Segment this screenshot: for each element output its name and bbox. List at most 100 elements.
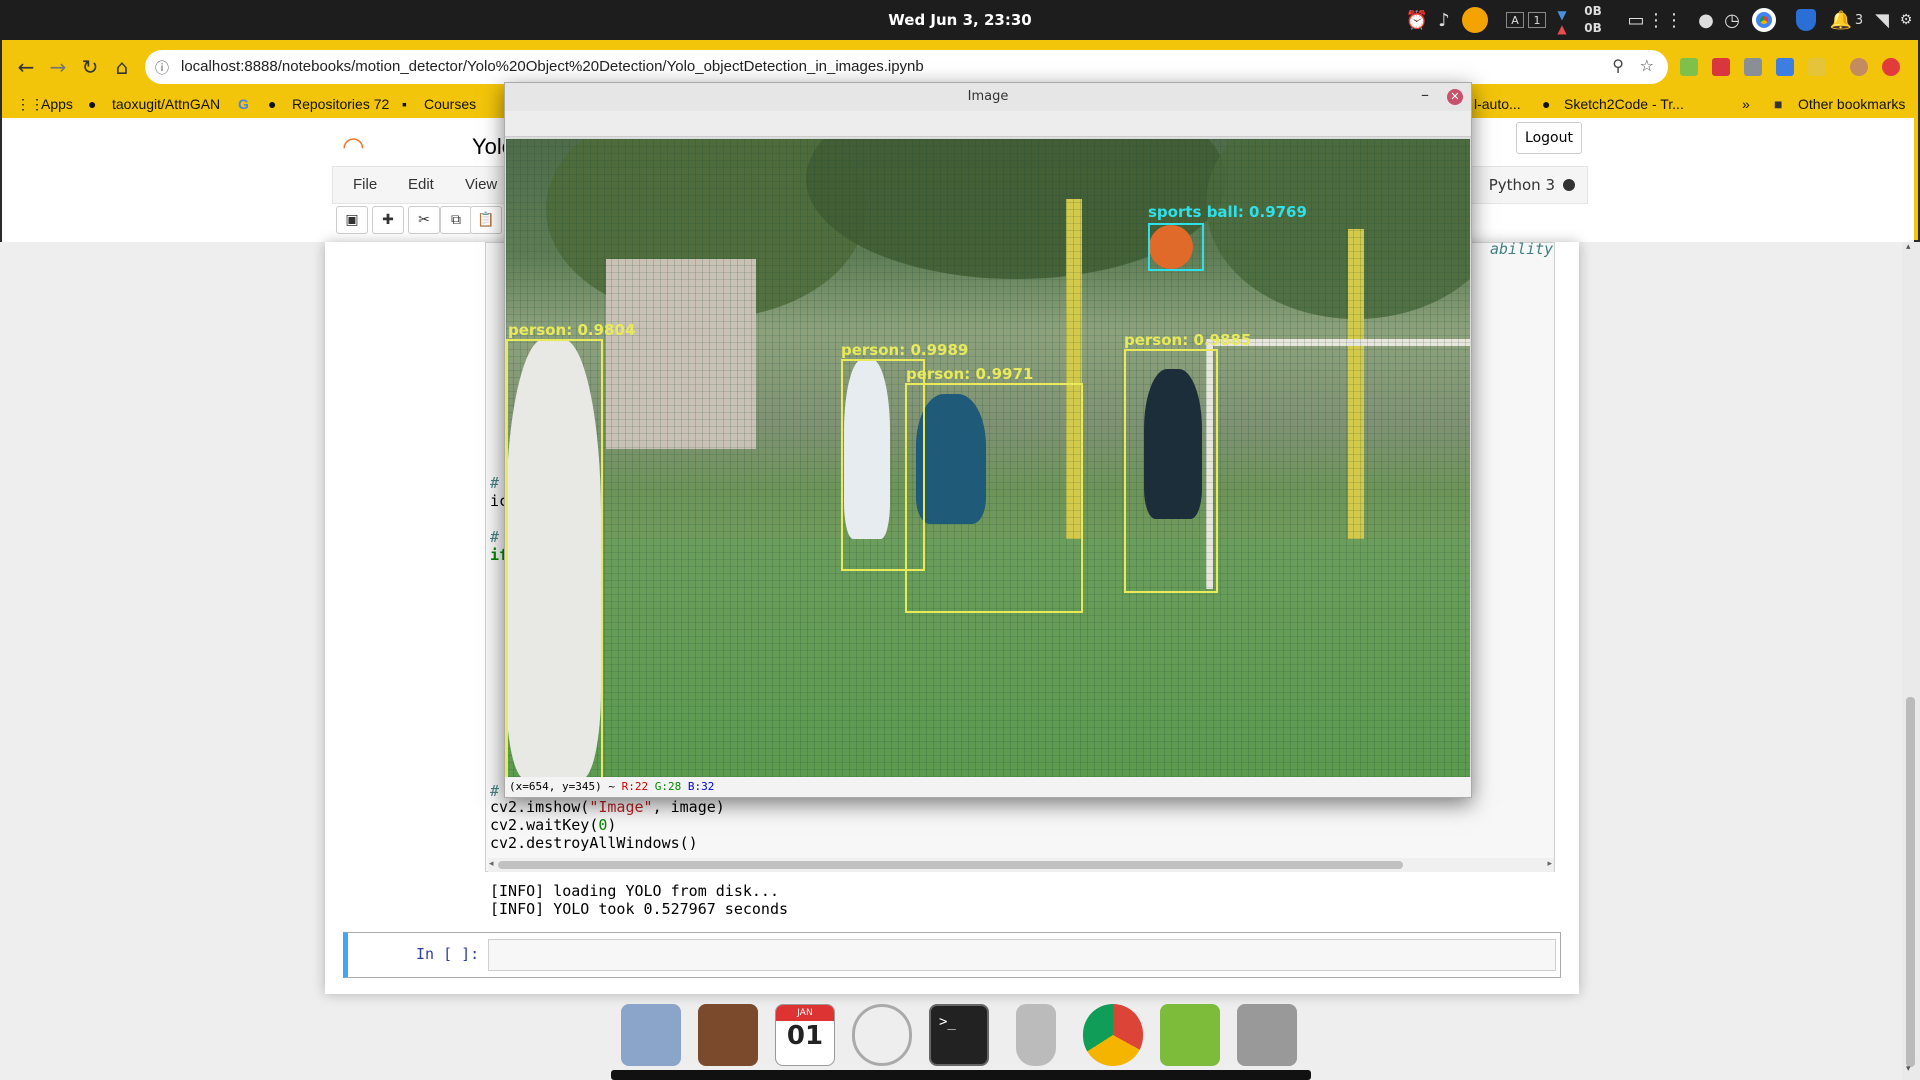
forward-icon[interactable]: → <box>44 54 72 80</box>
files-icon[interactable] <box>1160 1004 1220 1066</box>
speaker-app-icon[interactable] <box>698 1004 758 1066</box>
close-icon[interactable]: ✕ <box>1447 89 1463 105</box>
grid-icon[interactable]: ⋮⋮ <box>1647 7 1683 33</box>
detection-label-4: person: 0.9885 <box>1124 331 1252 349</box>
bookmark-repositories[interactable]: Repositories 72 <box>292 96 389 112</box>
profile-avatar-icon[interactable] <box>1850 58 1868 76</box>
code-horizontal-scrollbar[interactable]: ◂ ▸ <box>488 858 1554 872</box>
address-bar[interactable]: ⓘ localhost:8888/notebooks/motion_detect… <box>145 50 1668 84</box>
mail-app-icon[interactable] <box>621 1004 681 1066</box>
cell-input[interactable] <box>488 939 1556 971</box>
menu-edit[interactable]: Edit <box>408 176 434 193</box>
home-icon[interactable]: ⌂ <box>108 54 136 80</box>
image-extension-icon[interactable] <box>1744 58 1762 76</box>
sketch-icon: ● <box>1542 96 1551 112</box>
code-waitkey-call: cv2.waitKey( <box>490 816 599 834</box>
page-vertical-scrollbar[interactable]: ▴ ▾ <box>1902 242 1920 1080</box>
detection-label-3: person: 0.9971 <box>906 365 1034 383</box>
terminal-icon[interactable]: >_ <box>929 1004 989 1066</box>
save-icon[interactable]: ▣ <box>336 206 368 234</box>
scroll-right-icon[interactable]: ▸ <box>1547 859 1552 869</box>
reload-icon[interactable]: ↻ <box>76 54 104 80</box>
code-line-imshow: cv2.imshow("Image", image) <box>490 798 725 816</box>
url-text: localhost:8888/notebooks/motion_detector… <box>181 58 924 75</box>
chrome-icon[interactable] <box>1083 1004 1143 1066</box>
insert-cell-icon[interactable]: ✚ <box>372 206 404 234</box>
bookmark-sketch2code[interactable]: Sketch2Code - Tr... <box>1564 96 1684 112</box>
bookmark-apps[interactable]: Apps <box>41 96 73 112</box>
shield-icon[interactable] <box>1792 7 1820 33</box>
pixel-green: G:28 <box>654 780 682 793</box>
code-line-destroy: cv2.destroyAllWindows() <box>490 834 698 852</box>
info-icon[interactable]: ⓘ <box>155 58 169 78</box>
power-icon[interactable]: ⚙ <box>1896 7 1916 33</box>
code-waitkey-close: ) <box>607 816 617 834</box>
system-top-bar: Wed Jun 3, 23:30 ⏰ ♪ A 1 ▼ ▲ 0B 0B ▭ ⋮⋮ … <box>0 0 1920 40</box>
star-icon[interactable]: ☆ <box>1640 56 1654 75</box>
logout-button[interactable]: Logout <box>1516 122 1582 154</box>
bookmark-attngan[interactable]: taoxugit/AttnGAN <box>112 96 220 112</box>
detection-image[interactable]: person: 0.9804 person: 0.9989 person: 0.… <box>506 139 1470 777</box>
bookmark-courses[interactable]: Courses <box>424 96 476 112</box>
trash-icon[interactable] <box>1016 1004 1056 1066</box>
pixel-red: R:22 <box>621 780 649 793</box>
window-title-bar[interactable]: Image <box>505 83 1471 111</box>
output-line-1: [INFO] loading YOLO from disk... <box>490 882 779 900</box>
wifi-icon[interactable]: ◥ <box>1870 7 1894 33</box>
menu-view[interactable]: View <box>465 176 497 193</box>
scroll-down-icon[interactable]: ▾ <box>1906 1064 1911 1074</box>
music-icon[interactable]: ♪ <box>1432 7 1456 33</box>
note-extension-icon[interactable] <box>1808 58 1826 76</box>
user-icon[interactable]: ● <box>1694 7 1718 33</box>
window-toolbar <box>505 111 1471 137</box>
scroll-left-icon[interactable]: ◂ <box>489 859 494 869</box>
minimize-icon[interactable]: – <box>1421 85 1429 104</box>
google-icon[interactable]: G <box>238 96 249 112</box>
calendar-month: JAN <box>776 1005 834 1021</box>
workspace-icon[interactable]: 1 <box>1528 12 1546 28</box>
pixel-blue: B:32 <box>687 780 715 793</box>
calendar-icon[interactable]: JAN 01 <box>775 1004 835 1066</box>
notification-icon[interactable]: 🔔 <box>1830 7 1852 33</box>
copy-icon[interactable]: ⧉ <box>440 206 472 234</box>
scroll-up-icon[interactable]: ▴ <box>1906 242 1911 252</box>
bookmark-auto[interactable]: l-auto... <box>1474 96 1521 112</box>
settings-icon[interactable] <box>1237 1004 1297 1066</box>
detection-label-ball: sports ball: 0.9769 <box>1148 203 1307 221</box>
upload-arrow-icon: ▲ <box>1557 22 1567 36</box>
detection-box-3 <box>905 383 1083 613</box>
update-menu-icon[interactable] <box>1882 58 1900 76</box>
extension-icon[interactable] <box>1680 58 1698 76</box>
alarm-icon[interactable]: ⏰ <box>1405 7 1429 33</box>
code-line-waitkey: cv2.waitKey(0) <box>490 816 616 834</box>
pdf-extension-icon[interactable] <box>1712 58 1730 76</box>
emoji-app-icon[interactable] <box>1460 7 1490 33</box>
cut-icon[interactable]: ✂ <box>408 206 440 234</box>
zoom-icon[interactable]: ⚲ <box>1612 56 1624 75</box>
image-window[interactable]: Image – ✕ person: 0.9804 person: 0.9989 … <box>504 82 1472 798</box>
clock-icon[interactable] <box>852 1004 912 1066</box>
bookmarks-overflow-icon[interactable]: » <box>1742 96 1750 112</box>
scrollbar-thumb[interactable] <box>498 861 1403 869</box>
apps-grid-icon: ⋮⋮ <box>16 96 44 112</box>
code-imshow-call: cv2.imshow( <box>490 798 590 816</box>
vertical-scrollbar-thumb[interactable] <box>1906 697 1915 1067</box>
chrome-tray-icon[interactable] <box>1749 7 1779 33</box>
paste-icon[interactable]: 📋 <box>470 206 502 234</box>
window-status-bar: (x=654, y=345) ~ R:22 G:28 B:32 <box>505 777 1471 797</box>
code-fragment-1: # <box>490 474 500 492</box>
kernel-status-icon <box>1563 179 1575 191</box>
keyboard-layout-icon[interactable]: A <box>1506 12 1524 28</box>
bookmark-other[interactable]: Other bookmarks <box>1798 96 1905 112</box>
detection-box-4 <box>1124 349 1218 593</box>
screen-icon[interactable]: ▭ <box>1624 7 1648 33</box>
menu-file[interactable]: File <box>353 176 377 193</box>
back-icon[interactable]: ← <box>12 54 40 80</box>
kernel-indicator[interactable]: Python 3 <box>1489 176 1575 194</box>
timer-icon[interactable]: ◷ <box>1720 7 1744 33</box>
rocket-extension-icon[interactable] <box>1776 58 1794 76</box>
empty-code-cell[interactable]: In [ ]: <box>343 932 1561 978</box>
output-line-2: [INFO] YOLO took 0.527967 seconds <box>490 900 789 918</box>
notification-count: 3 <box>1854 12 1864 28</box>
calendar-day: 01 <box>786 1021 824 1051</box>
